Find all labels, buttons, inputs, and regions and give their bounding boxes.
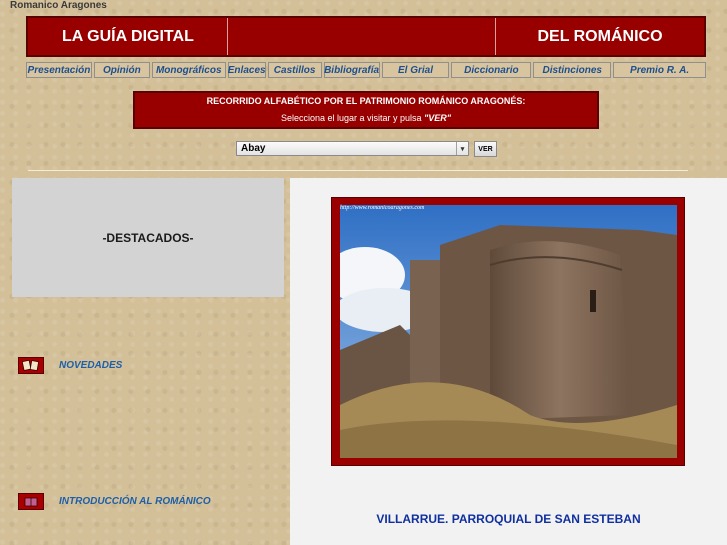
notice-ver-word: "VER" — [424, 113, 452, 123]
novedades-label: NOVEDADES — [59, 360, 123, 371]
alphabetical-tour-notice: RECORRIDO ALFABÉTICO POR EL PATRIMONIO R… — [133, 91, 599, 129]
site-title: Romanico Aragones — [10, 0, 107, 11]
horizontal-divider — [28, 170, 688, 171]
banner-title-left: LA GUÍA DIGITAL — [28, 18, 228, 55]
nav-item-monográficos[interactable]: Monográficos — [151, 62, 226, 78]
nav-item-presentación[interactable]: Presentación — [26, 62, 92, 78]
feature-panel: http://www.romanicoaragones.com VILLARRU… — [290, 178, 727, 545]
banner-spacer — [228, 18, 496, 55]
place-select[interactable]: Abay ▾ — [236, 141, 469, 156]
main-nav: Presentación Opinión Monográficos Enlaces Ca… — [26, 62, 706, 78]
feature-caption[interactable]: VILLARRUE. PARROQUIAL DE SAN ESTEBAN — [290, 512, 727, 526]
introduccion-link[interactable]: INTRODUCCIÓN AL ROMÁNICO — [18, 493, 211, 510]
ver-button[interactable]: VER — [474, 141, 497, 157]
nav-item-opinión[interactable]: Opinión — [93, 62, 150, 78]
book-icon — [18, 493, 44, 510]
church-photo[interactable] — [340, 205, 677, 458]
novedades-link[interactable]: NOVEDADES — [18, 357, 122, 374]
nav-item-bibliografía[interactable]: Bibliografía — [323, 62, 380, 78]
place-select-value: Abay — [241, 143, 266, 154]
cards-icon — [18, 357, 44, 374]
header-banner: LA GUÍA DIGITAL DEL ROMÁNICO — [26, 16, 706, 57]
notice-instruction-text: Selecciona el lugar a visitar y pulsa — [280, 113, 425, 123]
notice-instruction: Selecciona el lugar a visitar y pulsa "V… — [135, 113, 597, 123]
chevron-down-icon[interactable]: ▾ — [456, 142, 468, 155]
notice-heading: RECORRIDO ALFABÉTICO POR EL PATRIMONIO R… — [206, 96, 526, 106]
feature-photo-frame[interactable]: http://www.romanicoaragones.com — [331, 197, 685, 466]
destacados-box: -DESTACADOS- — [12, 178, 284, 297]
nav-item-el-grial[interactable]: El Grial — [381, 62, 450, 78]
nav-item-premio-r-a[interactable]: Premio R. A. — [613, 62, 706, 78]
introduccion-label: INTRODUCCIÓN AL ROMÁNICO — [59, 496, 211, 507]
nav-item-diccionario[interactable]: Diccionario — [451, 62, 532, 78]
photo-watermark-url: http://www.romanicoaragones.com — [340, 205, 425, 211]
nav-item-enlaces[interactable]: Enlaces — [227, 62, 266, 78]
nav-item-distinciones[interactable]: Distinciones — [533, 62, 612, 78]
nav-item-castillos[interactable]: Castillos — [267, 62, 322, 78]
banner-title-right: DEL ROMÁNICO — [537, 27, 663, 45]
